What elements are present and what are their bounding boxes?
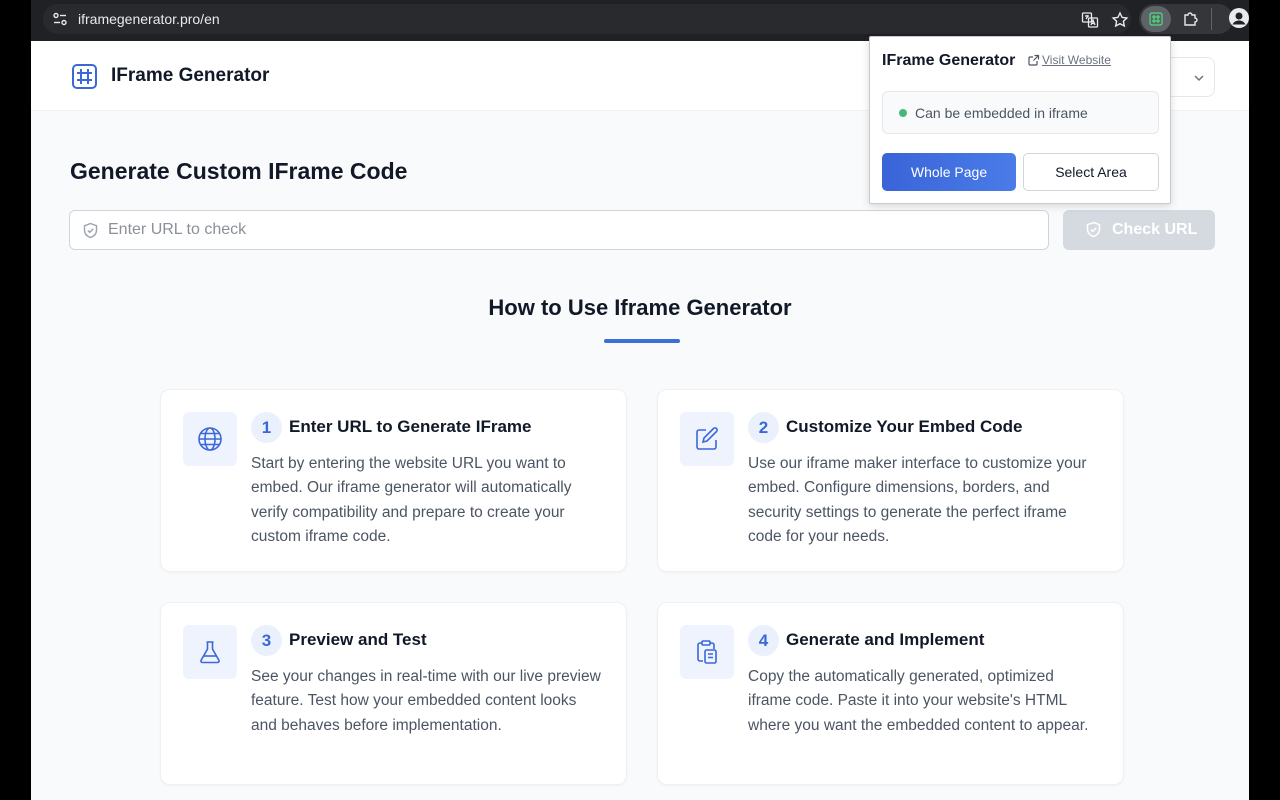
extensions-puzzle-icon[interactable]: [1181, 9, 1201, 29]
status-text: Can be embedded in iframe: [915, 105, 1088, 121]
shield-check-icon: [1086, 221, 1101, 238]
step-card: 4 Generate and Implement Copy the automa…: [657, 602, 1124, 785]
whole-page-button[interactable]: Whole Page: [882, 153, 1016, 191]
popup-title: IFrame Generator: [882, 52, 1016, 69]
select-area-button[interactable]: Select Area: [1023, 153, 1159, 191]
step-title: Enter URL to Generate IFrame: [289, 417, 532, 436]
step-description: Copy the automatically generated, optimi…: [748, 668, 1089, 734]
step-title: Generate and Implement: [786, 630, 985, 649]
shield-check-icon: [83, 222, 98, 239]
section-underline: [604, 339, 680, 343]
bookmark-star-icon[interactable]: [1111, 11, 1129, 29]
check-url-button[interactable]: Check URL: [1063, 210, 1215, 250]
step-icon-box: [183, 625, 237, 679]
iframe-generator-extension-button[interactable]: [1141, 6, 1171, 32]
logo-hash-icon[interactable]: [71, 63, 98, 90]
page-title: Generate Custom IFrame Code: [70, 158, 408, 184]
step-number: 2: [748, 412, 779, 443]
chevron-down-icon: [1194, 75, 1204, 82]
external-link-icon: [1028, 54, 1040, 66]
toolbar-divider: [1211, 8, 1212, 30]
clipboard-icon: [697, 640, 717, 664]
step-number: 3: [251, 625, 282, 656]
extension-popup: IFrame Generator Visit Website Can be em…: [869, 36, 1171, 204]
profile-avatar-icon[interactable]: [1229, 8, 1249, 28]
step-description: Use our iframe maker interface to custom…: [748, 455, 1087, 546]
step-number: 4: [748, 625, 779, 656]
step-card: 2 Customize Your Embed Code Use our ifra…: [657, 389, 1124, 572]
visit-website-link[interactable]: Visit Website: [1028, 53, 1111, 67]
address-bar[interactable]: iframegenerator.pro/en: [43, 4, 1131, 34]
hash-grid-icon: [1149, 12, 1163, 26]
globe-icon: [198, 427, 222, 451]
step-card: 1 Enter URL to Generate IFrame Start by …: [160, 389, 627, 572]
url-text[interactable]: iframegenerator.pro/en: [78, 11, 220, 27]
site-info-icon[interactable]: [51, 10, 69, 28]
logo-text[interactable]: IFrame Generator: [111, 65, 269, 87]
flask-icon: [200, 641, 220, 664]
visit-website-label: Visit Website: [1042, 53, 1111, 67]
edit-icon: [696, 427, 718, 450]
translate-icon[interactable]: [1081, 11, 1099, 29]
step-description: See your changes in real-time with our l…: [251, 668, 601, 734]
step-card: 3 Preview and Test See your changes in r…: [160, 602, 627, 785]
step-icon-box: [680, 625, 734, 679]
step-icon-box: [183, 412, 237, 466]
step-title: Customize Your Embed Code: [786, 417, 1023, 436]
browser-toolbar: iframegenerator.pro/en: [31, 0, 1249, 41]
step-icon-box: [680, 412, 734, 466]
url-input[interactable]: [108, 219, 1028, 241]
check-url-label: Check URL: [1112, 221, 1198, 238]
step-number: 1: [251, 412, 282, 443]
url-input-field[interactable]: [69, 210, 1049, 250]
section-title: How to Use Iframe Generator: [488, 295, 792, 320]
embed-status-box: Can be embedded in iframe: [882, 91, 1159, 134]
status-dot: [899, 109, 907, 117]
step-description: Start by entering the website URL you wa…: [251, 455, 572, 546]
step-title: Preview and Test: [289, 630, 427, 649]
